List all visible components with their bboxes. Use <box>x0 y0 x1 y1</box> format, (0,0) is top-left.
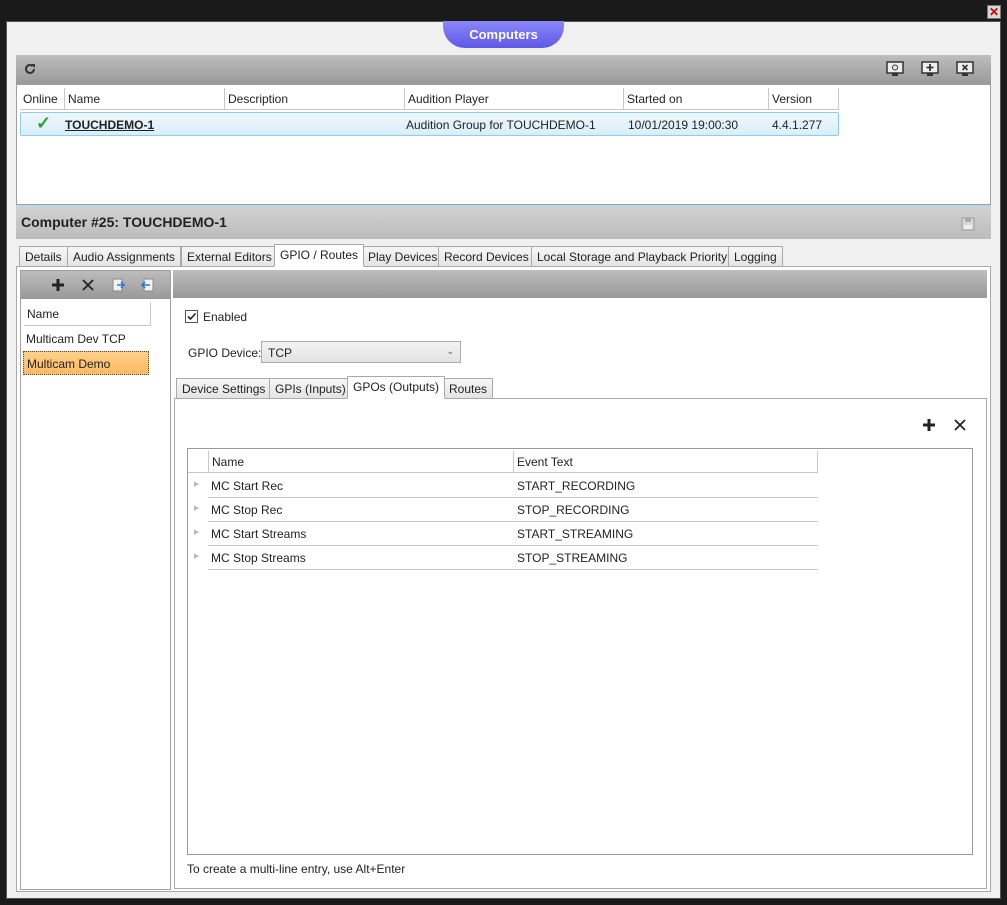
column-header-audition-player[interactable]: Audition Player <box>405 88 624 110</box>
table-row[interactable]: ▶ MC Stop Streams STOP_STREAMING <box>188 546 818 570</box>
gpo-event-cell[interactable]: START_RECORDING <box>517 479 635 493</box>
row-indicator-icon: ▶ <box>194 481 200 488</box>
table-row[interactable]: ▶ MC Start Rec START_RECORDING <box>188 474 818 498</box>
list-item-selected[interactable]: Multicam Demo <box>23 351 149 375</box>
gpo-event-cell[interactable]: STOP_STREAMING <box>517 551 627 565</box>
monitor-remove-icon[interactable] <box>954 59 976 79</box>
version-cell: 4.4.1.277 <box>772 118 823 132</box>
detail-header: Computer #25: TOUCHDEMO-1 <box>16 205 991 239</box>
column-header-event-text[interactable]: Event Text <box>514 451 818 473</box>
online-check-icon: ✓ <box>36 113 52 133</box>
monitor-settings-icon[interactable] <box>884 59 906 79</box>
tab-audio-assignments[interactable]: Audio Assignments <box>67 246 182 267</box>
column-header-name[interactable]: Name <box>24 302 151 326</box>
row-indicator-icon: ▶ <box>194 505 200 512</box>
refresh-icon[interactable] <box>19 59 41 79</box>
remove-gpo-icon[interactable] <box>953 418 969 434</box>
table-row[interactable]: ✓ TOUCHDEMO-1 Audition Group for TOUCHDE… <box>20 112 839 136</box>
row-indicator-icon: ▶ <box>194 553 200 560</box>
tab-device-settings[interactable]: Device Settings <box>176 378 272 399</box>
row-indicator-header <box>188 451 209 473</box>
computers-toolbar <box>16 55 991 84</box>
row-divider <box>208 569 818 570</box>
tab-routes[interactable]: Routes <box>443 378 494 399</box>
gpo-event-cell[interactable]: STOP_RECORDING <box>517 503 629 517</box>
computer-name-link[interactable]: TOUCHDEMO-1 <box>65 118 154 132</box>
tab-record-devices[interactable]: Record Devices <box>438 246 535 267</box>
tab-play-devices[interactable]: Play Devices <box>362 246 444 267</box>
gpio-device-value: TCP <box>268 346 292 360</box>
list-item[interactable]: Multicam Dev TCP <box>23 327 149 351</box>
row-indicator-icon: ▶ <box>194 529 200 536</box>
tab-external-editors[interactable]: External Editors <box>181 246 278 267</box>
add-gpo-icon[interactable] <box>922 418 938 434</box>
gpo-name-cell[interactable]: MC Stop Rec <box>211 503 282 517</box>
enabled-label: Enabled <box>203 310 248 324</box>
delete-icon[interactable] <box>79 276 97 294</box>
page-title: Computer #25: TOUCHDEMO-1 <box>21 214 227 230</box>
gpio-device-label: GPIO Device: <box>188 346 262 360</box>
tab-details[interactable]: Details <box>19 246 68 267</box>
add-icon[interactable] <box>49 276 67 294</box>
window-close-button[interactable]: ✕ <box>987 5 1001 19</box>
gpo-name-cell[interactable]: MC Stop Streams <box>211 551 306 565</box>
gpo-name-cell[interactable]: MC Start Streams <box>211 527 306 541</box>
gpo-event-cell[interactable]: START_STREAMING <box>517 527 633 541</box>
audition-player-cell: Audition Group for TOUCHDEMO-1 <box>406 118 596 132</box>
tab-logging[interactable]: Logging <box>728 246 783 267</box>
save-icon[interactable] <box>961 217 975 231</box>
table-row[interactable]: ▶ MC Start Streams START_STREAMING <box>188 522 818 546</box>
column-header-version[interactable]: Version <box>769 88 839 110</box>
hint-text: To create a multi-line entry, use Alt+En… <box>187 862 406 876</box>
tab-gpio-routes[interactable]: GPIO / Routes <box>274 244 365 267</box>
import-icon[interactable] <box>139 276 157 294</box>
window-title: Computers <box>443 21 564 48</box>
monitor-add-icon[interactable] <box>919 59 941 79</box>
computers-grid: Online Name Description Audition Player … <box>16 84 991 205</box>
export-icon[interactable] <box>109 276 127 294</box>
gpio-toolbar <box>173 270 987 298</box>
column-header-name[interactable]: Name <box>65 88 225 110</box>
gpio-device-select[interactable]: TCP ⌄ <box>261 341 461 363</box>
table-row[interactable]: ▶ MC Stop Rec STOP_RECORDING <box>188 498 818 522</box>
tab-local-storage[interactable]: Local Storage and Playback Priority <box>531 246 734 267</box>
chevron-down-icon: ⌄ <box>446 346 454 356</box>
column-header-description[interactable]: Description <box>225 88 405 110</box>
gpo-grid: Name Event Text ▶ MC Start Rec START_REC… <box>187 448 973 855</box>
gpo-name-cell[interactable]: MC Start Rec <box>211 479 283 493</box>
routes-list-pane: Name Multicam Dev TCP Multicam Demo <box>20 270 171 890</box>
column-header-online[interactable]: Online <box>20 88 65 110</box>
column-header-started-on[interactable]: Started on <box>624 88 769 110</box>
tab-gpis-inputs[interactable]: GPIs (Inputs) <box>269 378 352 399</box>
routes-toolbar <box>21 271 170 299</box>
tab-gpos-outputs[interactable]: GPOs (Outputs) <box>347 376 446 399</box>
enabled-checkbox[interactable] <box>185 310 198 323</box>
column-header-name[interactable]: Name <box>209 451 514 473</box>
started-on-cell: 10/01/2019 19:00:30 <box>628 118 739 132</box>
